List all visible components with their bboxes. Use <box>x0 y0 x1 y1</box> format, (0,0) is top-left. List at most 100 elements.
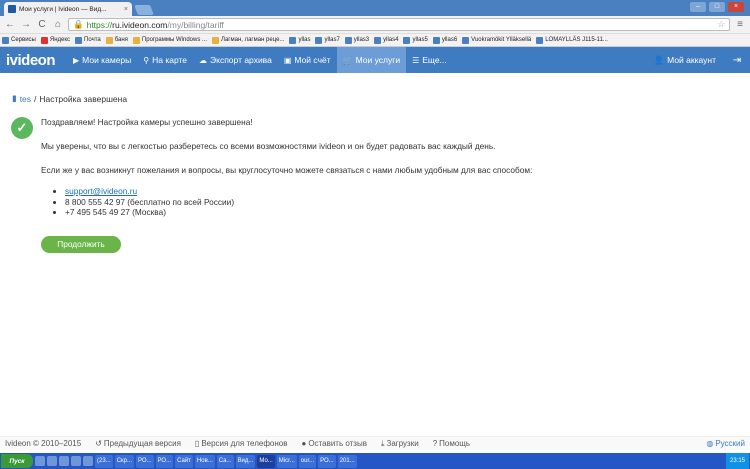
list-item: 8 800 555 42 97 (бесплатно по всей Росси… <box>65 197 721 208</box>
footer-link-downloads[interactable]: ⤓ Загрузки <box>381 439 419 449</box>
logout-icon[interactable]: ⇥ <box>724 55 750 66</box>
tab-title: Мои услуги | Ivideon — Вид... <box>19 5 107 13</box>
footer-link-mobile[interactable]: ▯ Версия для телефонов <box>195 439 288 448</box>
taskbar-item[interactable]: our... <box>298 454 317 468</box>
tab-close-icon[interactable]: × <box>124 6 128 13</box>
page-footer: Ivideon © 2010–2015 ↺ Предыдущая версия ▯… <box>0 436 750 450</box>
quicklaunch-icon[interactable] <box>47 456 57 466</box>
support-email-link[interactable]: support@ivideon.ru <box>65 186 137 196</box>
copyright-text: Ivideon © 2010–2015 <box>5 439 82 448</box>
home-icon[interactable]: ⌂ <box>52 19 64 31</box>
taskbar-item[interactable]: 201... <box>337 454 357 468</box>
ivideon-favicon-icon <box>8 5 16 13</box>
globe-icon: ◍ <box>706 439 714 448</box>
nav-my-account-balance[interactable]: ▣ Мой счёт <box>278 47 337 73</box>
bookmarks-bar: Сервисы Яндекс Почта баня Программы Wind… <box>0 34 750 47</box>
browser-tab-strip: Мои услуги | Ivideon — Вид... × – □ × <box>0 0 750 16</box>
breadcrumb-current: Настройка завершена <box>39 93 128 104</box>
phone-icon: ▯ <box>194 439 200 448</box>
nav-more[interactable]: ☰ Еще... <box>406 47 453 73</box>
taskbar-item[interactable]: (23... <box>95 454 113 468</box>
taskbar-item[interactable]: Скр... <box>114 454 134 468</box>
language-selector[interactable]: ◍ Русский <box>706 439 745 448</box>
download-icon: ⤓ <box>380 438 385 448</box>
start-button[interactable]: Пуск <box>1 454 33 468</box>
comment-icon: ● <box>301 439 307 448</box>
bookmark-item[interactable]: yllas <box>289 36 310 44</box>
url-host: ru.ivideon.com <box>112 19 168 30</box>
taskbar-item[interactable]: Мо... <box>257 454 275 468</box>
browser-tab[interactable]: Мои услуги | Ivideon — Вид... × <box>4 2 132 16</box>
list-item: +7 495 545 49 27 (Москва) <box>65 207 721 218</box>
close-window-button[interactable]: × <box>728 2 744 12</box>
camera-icon: ▶ <box>73 55 80 65</box>
bookmark-item[interactable]: Программы Windows ... <box>132 36 207 44</box>
footer-link-previous-version[interactable]: ↺ Предыдущая версия <box>95 439 181 448</box>
bookmark-item[interactable]: Vuokramökit Ylläksellä <box>462 36 531 44</box>
ivideon-logo[interactable]: ivideon <box>0 52 67 69</box>
contacts-list: support@ivideon.ru 8 800 555 42 97 (бесп… <box>65 186 721 218</box>
bookmark-item[interactable]: баня <box>105 36 128 44</box>
success-check-icon: ✓ <box>11 117 33 139</box>
wallet-icon: ▣ <box>283 55 292 65</box>
quicklaunch-icon[interactable] <box>71 456 81 466</box>
quicklaunch-icon[interactable] <box>83 456 93 466</box>
history-icon: ↺ <box>95 439 102 448</box>
taskbar-item[interactable]: РО... <box>318 454 336 468</box>
cart-icon: 🛒 <box>342 55 353 65</box>
system-tray: 23:15 <box>725 453 749 469</box>
taskbar-item[interactable]: РО... <box>155 454 174 468</box>
bookmark-item[interactable]: yllas5 <box>403 36 428 44</box>
footer-link-feedback[interactable]: ● Оставить отзыв <box>301 439 366 448</box>
back-arrow-icon[interactable]: ← <box>4 19 16 31</box>
clock[interactable]: 23:15 <box>730 458 745 464</box>
bookmark-item[interactable]: Лагман, лагман реце... <box>212 36 284 44</box>
new-tab-button[interactable] <box>134 5 154 15</box>
confidence-text: Мы уверены, что вы с легкостью разберете… <box>41 141 496 151</box>
taskbar-item[interactable]: Са... <box>216 454 234 468</box>
minimize-button[interactable]: – <box>690 2 706 12</box>
app-header: ivideon ▶ Мои камеры ⚲ На карте ☁ Экспорт а… <box>0 47 750 73</box>
maximize-button[interactable]: □ <box>709 2 725 12</box>
browser-toolbar: ← → C ⌂ 🔒 https://ru.ivideon.com/my/bill… <box>0 16 750 34</box>
bookmark-item[interactable]: Почта <box>75 36 101 44</box>
list-item: support@ivideon.ru <box>65 186 721 197</box>
quicklaunch-icon[interactable] <box>35 456 45 466</box>
breadcrumb-separator: / <box>34 93 37 104</box>
footer-link-help[interactable]: ? Помощь <box>433 439 470 448</box>
bookmark-item[interactable]: Яндекс <box>40 36 70 44</box>
address-bar[interactable]: 🔒 https://ru.ivideon.com/my/billing/tari… <box>68 18 730 31</box>
my-account-button[interactable]: 👤 Мой аккаунт <box>646 55 724 66</box>
url-path: /my/billing/tariff <box>167 19 224 30</box>
bookmark-item[interactable]: yllas6 <box>432 36 457 44</box>
bookmark-star-icon[interactable]: ☆ <box>717 19 725 30</box>
quicklaunch-icon[interactable] <box>59 456 69 466</box>
camera-icon: ▮ <box>12 93 17 103</box>
url-scheme: https:// <box>86 19 113 30</box>
taskbar-item[interactable]: Micr... <box>276 454 297 468</box>
reload-icon[interactable]: C <box>36 19 48 31</box>
bookmark-item[interactable]: Сервисы <box>2 36 36 44</box>
bookmark-item[interactable]: yllas4 <box>374 36 398 44</box>
nav-export-archive[interactable]: ☁ Экспорт архива <box>193 47 278 73</box>
map-pin-icon: ⚲ <box>143 55 150 65</box>
cloud-icon: ☁ <box>199 55 208 65</box>
window-controls: – □ × <box>690 2 744 12</box>
nav-my-services[interactable]: 🛒 Мои услуги <box>336 47 407 73</box>
taskbar-item[interactable]: Нов... <box>194 454 215 468</box>
nav-map[interactable]: ⚲ На карте <box>137 47 193 73</box>
bookmark-item[interactable]: yllas3 <box>344 36 369 44</box>
browser-menu-icon[interactable]: ≡ <box>734 19 746 31</box>
continue-button[interactable]: Продолжить <box>41 236 121 253</box>
breadcrumb-camera-link[interactable]: tes <box>20 94 31 104</box>
menu-icon: ☰ <box>412 55 420 65</box>
taskbar-item[interactable]: Вид... <box>235 454 256 468</box>
help-icon: ? <box>432 439 438 448</box>
breadcrumb: ▮ tes / Настройка завершена <box>12 93 127 104</box>
taskbar-item[interactable]: Сайт <box>175 454 193 468</box>
forward-arrow-icon[interactable]: → <box>20 19 32 31</box>
bookmark-item[interactable]: yllas7 <box>315 36 340 44</box>
bookmark-item[interactable]: LOMAYLLÄS J115-11... <box>536 36 608 44</box>
nav-my-cameras[interactable]: ▶ Мои камеры <box>67 47 137 73</box>
taskbar-item[interactable]: РО... <box>135 454 154 468</box>
